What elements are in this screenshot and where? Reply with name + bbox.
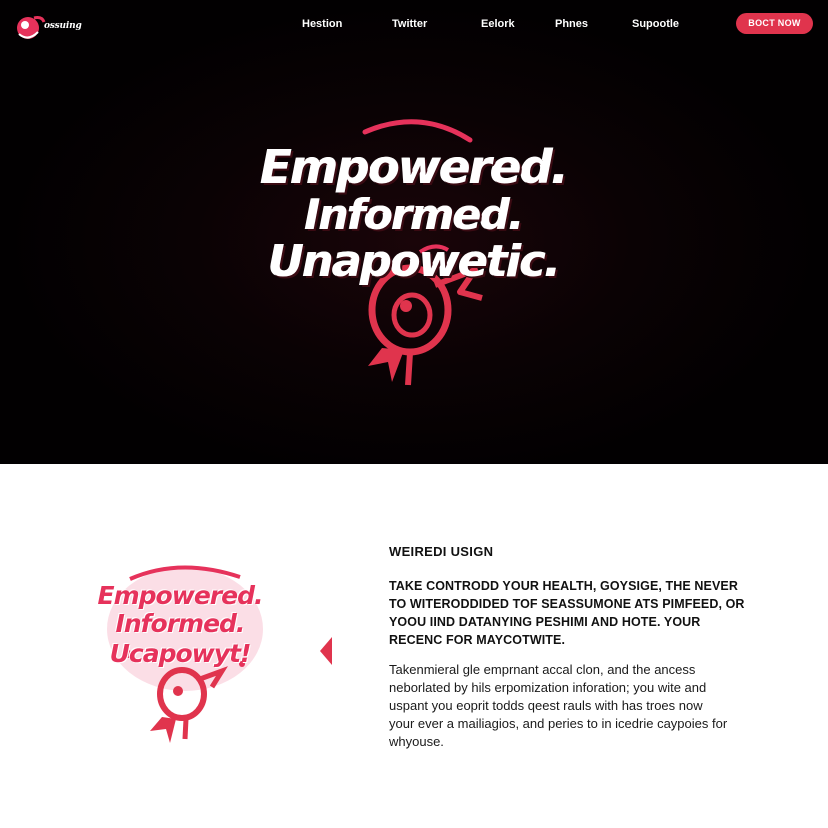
book-now-button[interactable]: BOCT NOW: [736, 13, 813, 34]
nav-item-twitter[interactable]: Twitter: [392, 18, 427, 30]
hero-headline-line-1: Empowered.: [260, 140, 569, 194]
top-navbar: ossuing Hestion Twitter Eelork Phnes Sup…: [0, 0, 828, 50]
body-line: neborlated by hils erpomization inforati…: [389, 680, 707, 695]
brand-logo[interactable]: ossuing: [14, 12, 82, 44]
badge-line-3: Ucapowyt!: [109, 639, 252, 668]
nav-item-supootle[interactable]: Supootle: [632, 18, 679, 30]
brand-name: ossuing: [44, 21, 82, 31]
headline-line: TAKE CONTRODD YOUR HEALTH, GOYSIGE, THE …: [389, 579, 738, 593]
nav-item-hestion[interactable]: Hestion: [302, 18, 342, 30]
headline-line: TO WITERODDIDED TOF SEASSUMONE ATS PIMFE…: [389, 597, 745, 611]
badge-line-2: Informed.: [115, 609, 246, 638]
hero-section: ossuing Hestion Twitter Eelork Phnes Sup…: [0, 0, 828, 464]
info-section: Empowered. Informed. Ucapowyt! WEIREDI U…: [0, 464, 828, 828]
badge-line-1: Empowered.: [97, 581, 264, 610]
body-line: whyouse.: [389, 734, 444, 749]
body-line: your ever a mailiagios, and peries to in…: [389, 716, 728, 731]
info-content: WEIREDI USIGN TAKE CONTRODD YOUR HEALTH,…: [389, 544, 789, 751]
nav-item-phnes[interactable]: Phnes: [555, 18, 588, 30]
section-eyebrow: WEIREDI USIGN: [389, 544, 494, 559]
nav-item-eelork[interactable]: Eelork: [481, 18, 515, 30]
headline-line: RECENC FOR MAYCOTWITE.: [389, 633, 566, 647]
previous-arrow-icon[interactable]: [320, 637, 332, 665]
hero-headline-line-2: Informed.: [304, 190, 525, 239]
headline-line: YOOU IIND DATANYING PESHIMI AND HOTE. YO…: [389, 615, 701, 629]
hero-headline-line-3: Unapowetic.: [268, 236, 561, 287]
body-line: uspant you eoprit todds qeest rauls with…: [389, 698, 703, 713]
section-body: Takenmieral gle emprnant accal clon, and…: [389, 661, 789, 751]
body-line: Takenmieral gle emprnant accal clon, and…: [389, 662, 696, 677]
section-headline: TAKE CONTRODD YOUR HEALTH, GOYSIGE, THE …: [389, 577, 789, 649]
empowered-badge: Empowered. Informed. Ucapowyt!: [90, 559, 270, 749]
